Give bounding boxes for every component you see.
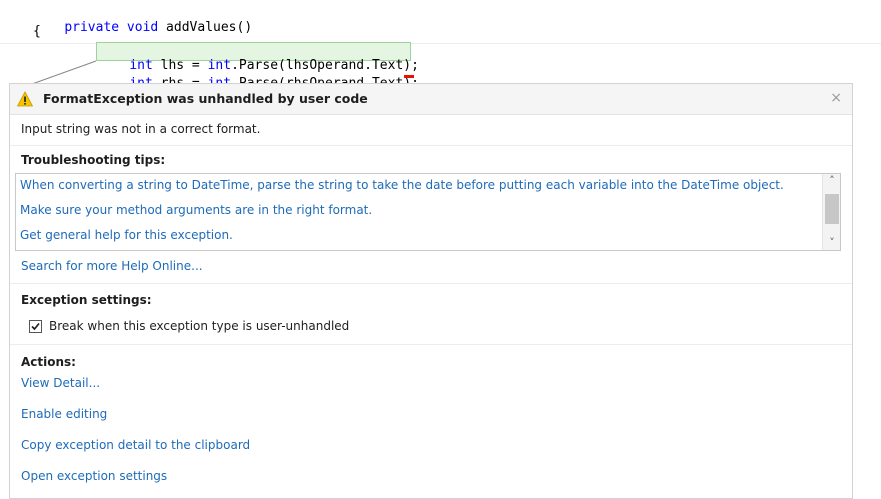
break-checkbox[interactable] [29,320,42,333]
warning-icon [17,91,33,107]
tip-link[interactable]: Get general help for this exception. [20,228,233,242]
tip-link[interactable]: Make sure your method arguments are in t… [20,203,372,217]
break-checkbox-label[interactable]: Break when this exception type is user-u… [49,319,349,333]
scroll-thumb[interactable] [825,194,839,224]
actions-heading: Actions: [21,355,76,369]
code-editor[interactable]: private void addValues() { int lhs = int… [0,0,881,91]
enable-editing-link[interactable]: Enable editing [21,407,107,421]
copy-detail-link[interactable]: Copy exception detail to the clipboard [21,438,250,452]
dialog-title: FormatException was unhandled by user co… [43,91,368,106]
exception-settings-heading: Exception settings: [21,293,152,307]
troubleshooting-heading: Troubleshooting tips: [21,153,166,167]
view-detail-link[interactable]: View Detail... [21,376,100,390]
scroll-up-icon[interactable]: ˄ [825,174,839,188]
exception-message: Input string was not in a correct format… [21,122,261,136]
scroll-down-icon[interactable]: ˅ [825,236,839,250]
checkmark-icon [31,322,40,331]
dialog-header: FormatException was unhandled by user co… [10,84,852,115]
divider [10,283,852,284]
tip-link[interactable]: When converting a string to DateTime, pa… [20,178,784,192]
troubleshooting-tips-list[interactable]: When converting a string to DateTime, pa… [15,173,841,251]
close-icon[interactable]: × [830,90,842,106]
error-squiggle [404,75,414,78]
code-keyword: private void [64,20,159,35]
tips-scrollbar[interactable]: ˄ ˅ [822,174,840,250]
search-help-online-link[interactable]: Search for more Help Online... [21,259,203,273]
open-exception-settings-link[interactable]: Open exception settings [21,469,167,483]
code-line-brace[interactable]: { [33,24,41,39]
divider [10,344,852,345]
code-text: addValues() [158,20,253,35]
divider [10,145,852,146]
exception-assistant-dialog: FormatException was unhandled by user co… [9,83,853,499]
